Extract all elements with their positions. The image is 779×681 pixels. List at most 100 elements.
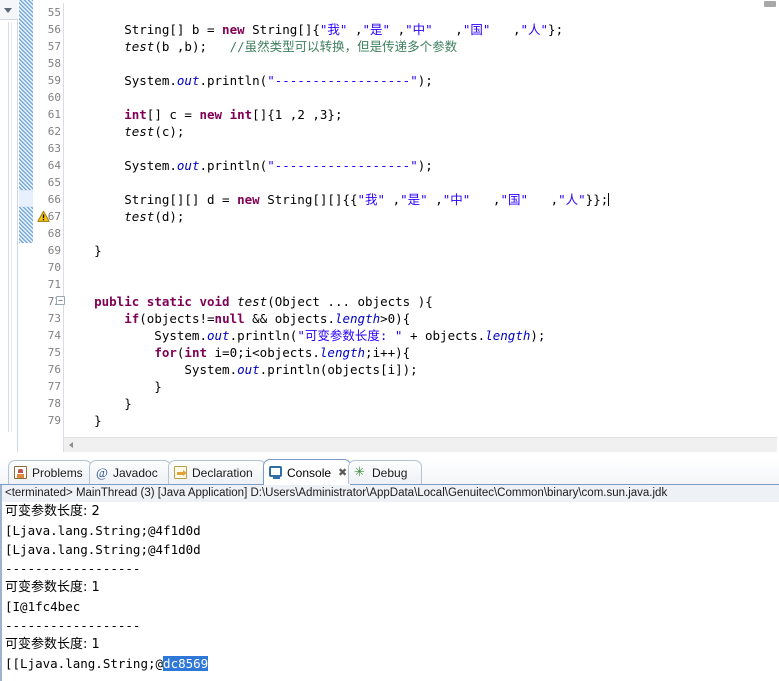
- console-line[interactable]: 可变参数长度: 2: [5, 502, 779, 521]
- code-line[interactable]: }: [64, 395, 132, 412]
- code-token: ;i++){: [365, 345, 411, 360]
- code-token: test: [124, 39, 155, 54]
- tab-problems[interactable]: Problems: [8, 460, 92, 484]
- code-token: && objects.: [244, 311, 335, 326]
- code-token: "中": [442, 192, 471, 207]
- code-token: length: [485, 328, 531, 343]
- code-line[interactable]: if(objects!=null && objects.length>0){: [64, 310, 410, 327]
- console-line[interactable]: [Ljava.lang.String;@4f1d0d: [5, 540, 779, 559]
- code-token: "人": [520, 22, 549, 37]
- code-token: new: [199, 107, 223, 122]
- line-number: 71: [47, 278, 61, 291]
- text-caret: [608, 193, 610, 206]
- code-line[interactable]: int[] c = new int[]{1 ,2 ,3};: [64, 106, 342, 123]
- code-line[interactable]: System.out.println("可变参数长度: " + objects.…: [64, 327, 545, 344]
- tab-debug[interactable]: Debug: [348, 460, 422, 484]
- editor-horizontal-scrollbar[interactable]: [64, 437, 777, 453]
- code-token: ,: [528, 192, 559, 207]
- code-token: "------------------": [267, 73, 418, 88]
- view-tab-bar[interactable]: Problems @ Javadoc Declaration Console ✖ Debug: [0, 457, 779, 485]
- code-token: ,: [347, 22, 363, 37]
- code-token: + objects.: [402, 328, 486, 343]
- line-number: 73: [47, 312, 61, 325]
- console-line[interactable]: [I@1fc4bec: [5, 597, 779, 616]
- code-token: }};: [585, 192, 609, 207]
- code-token: "我": [319, 22, 348, 37]
- code-line[interactable]: }: [64, 412, 102, 429]
- console-line[interactable]: [Ljava.lang.String;@4f1d0d: [5, 521, 779, 540]
- code-line[interactable]: test(b ,b); //虽然类型可以转换，但是传递多个参数: [64, 38, 457, 55]
- line-number: 55: [47, 6, 61, 19]
- code-line[interactable]: System.out.println("------------------")…: [64, 72, 433, 89]
- line-number: 66: [47, 193, 61, 206]
- line-number-gutter[interactable]: 55 56 57 58 59 60 61 62 63 64 65 66 67 68 69 70 71 72 73 74…: [33, 0, 63, 457]
- code-line[interactable]: }: [64, 242, 102, 259]
- code-token: System.: [64, 362, 238, 377]
- eclipse-ide-window: 55 56 57 58 59 60 61 62 63 64 65 66 67 68 69 70 71 72 73 74…: [0, 0, 779, 681]
- console-output[interactable]: 可变参数长度: 2 [Ljava.lang.String;@4f1d0d [Ljav…: [2, 502, 779, 681]
- line-number: 58: [47, 57, 61, 70]
- line-number: 63: [47, 142, 61, 155]
- code-token: length: [334, 311, 381, 326]
- console-line[interactable]: [[Ljava.lang.String;@dc8569: [5, 654, 779, 673]
- code-token: .println(: [199, 73, 268, 88]
- console-line-text: 可变参数长度: 2: [5, 504, 100, 519]
- line-number: 74: [47, 329, 61, 342]
- code-line[interactable]: test(c);: [64, 123, 184, 140]
- console-view[interactable]: <terminated> MainThread (3) [Java Applic…: [0, 485, 779, 681]
- line-number: 69: [47, 244, 61, 257]
- tab-declaration[interactable]: Declaration: [168, 460, 266, 484]
- code-line[interactable]: test(d);: [64, 208, 184, 225]
- code-token: };: [548, 22, 564, 37]
- scroll-left-arrow-icon[interactable]: [64, 438, 78, 453]
- java-editor[interactable]: 55 56 57 58 59 60 61 62 63 64 65 66 67 68 69 70 71 72 73 74…: [0, 0, 779, 457]
- console-line[interactable]: 可变参数长度: 1: [5, 635, 779, 654]
- code-token: ,: [427, 192, 443, 207]
- code-token: "人": [558, 192, 586, 207]
- line-number: 64: [47, 159, 61, 172]
- code-token: System.: [64, 73, 177, 88]
- code-token: out: [176, 158, 200, 173]
- code-line[interactable]: }: [64, 378, 162, 395]
- code-line[interactable]: String[] b = new String[]{"我" ,"是" ,"中" …: [64, 21, 563, 38]
- code-token: out: [176, 73, 200, 88]
- code-canvas[interactable]: String[] b = new String[]{"我" ,"是" ,"中" …: [64, 0, 779, 437]
- console-line[interactable]: ------------------: [5, 559, 779, 578]
- code-line[interactable]: System.out.println("------------------")…: [64, 157, 433, 174]
- code-token: }: [64, 413, 102, 428]
- line-number: 60: [47, 91, 61, 104]
- code-token: );: [417, 73, 433, 88]
- chevron-down-icon[interactable]: [4, 8, 12, 13]
- code-line[interactable]: public static void test(Object ... objec…: [64, 293, 433, 310]
- tab-javadoc[interactable]: @ Javadoc: [89, 460, 171, 484]
- code-line[interactable]: for(int i=0;i<objects.length;i++){: [64, 344, 410, 361]
- code-token: ,: [390, 22, 406, 37]
- tab-console[interactable]: Console ✖: [263, 459, 351, 485]
- code-fold-collapse-icon[interactable]: −: [56, 296, 65, 305]
- code-token: .println(objects[i]);: [259, 362, 418, 377]
- close-icon[interactable]: ✖: [338, 467, 347, 479]
- code-token: (d);: [154, 209, 185, 224]
- console-line-text: ------------------: [5, 618, 141, 633]
- code-token: (objects!=: [139, 311, 215, 326]
- line-number: 68: [47, 227, 61, 240]
- overview-ruler-marker[interactable]: [764, 1, 776, 7]
- console-selected-text[interactable]: dc8569: [163, 656, 209, 671]
- code-token: ,: [432, 22, 463, 37]
- code-token: "是": [362, 22, 391, 37]
- console-line[interactable]: ------------------: [5, 616, 779, 635]
- code-token: ,: [470, 192, 501, 207]
- code-token: int: [124, 107, 147, 122]
- line-number: 77: [47, 380, 61, 393]
- code-token: ,: [385, 192, 401, 207]
- console-line[interactable]: 可变参数长度: 1: [5, 578, 779, 597]
- code-token: test: [124, 124, 155, 139]
- code-token: length: [319, 345, 366, 360]
- code-token: String[]{: [244, 22, 320, 37]
- code-line[interactable]: String[][] d = new String[][]{{"我" ,"是" …: [64, 191, 610, 208]
- warning-marker-icon[interactable]: [37, 210, 50, 223]
- code-line[interactable]: System.out.println(objects[i]);: [64, 361, 418, 378]
